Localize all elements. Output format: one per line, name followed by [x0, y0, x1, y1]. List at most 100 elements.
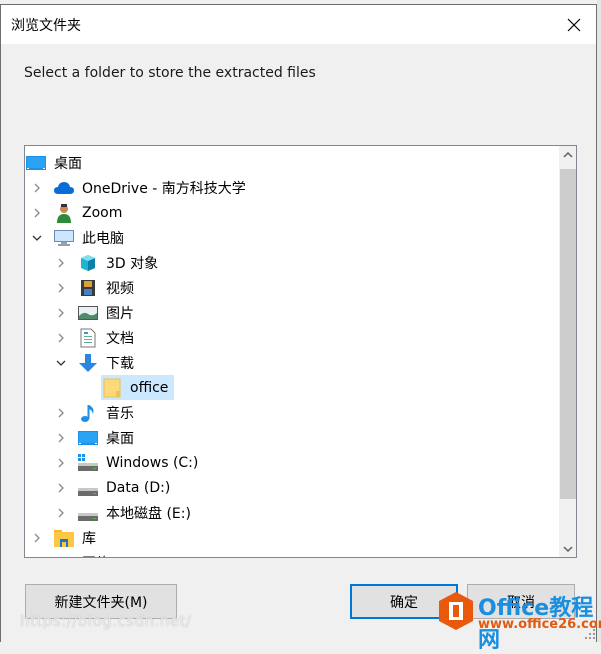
desktop-icon — [77, 428, 99, 448]
tree-item-label: 3D 对象 — [106, 255, 159, 272]
tree-item-content[interactable]: Zoom — [53, 200, 128, 225]
window-title: 浏览文件夹 — [11, 18, 81, 34]
background-scrollbar — [597, 0, 601, 642]
chevron-right-icon[interactable] — [53, 480, 69, 496]
tree-item[interactable]: 图片 — [53, 300, 140, 325]
tree-item-label: 音乐 — [106, 405, 134, 422]
scroll-down-button[interactable] — [559, 540, 576, 557]
tree-item-label: 此电脑 — [82, 230, 124, 247]
tree-item-label: 库 — [82, 530, 96, 547]
computer-icon — [53, 228, 75, 248]
tree-item-content[interactable]: 网络 — [53, 550, 116, 558]
dialog-prompt: Select a folder to store the extracted f… — [24, 65, 316, 81]
tree-item-label: office — [130, 379, 169, 396]
chevron-right-icon[interactable] — [29, 555, 45, 558]
tree-item-label: Zoom — [82, 204, 123, 221]
tree-item-content[interactable]: 桌面 — [77, 425, 140, 450]
tree-item-content[interactable]: OneDrive - 南方科技大学 — [53, 175, 252, 200]
video-icon — [77, 278, 99, 298]
chevron-right-icon[interactable] — [53, 280, 69, 296]
tree-item[interactable]: 网络 — [29, 550, 116, 558]
tree-item-content[interactable]: 音乐 — [77, 400, 140, 425]
onedrive-cloud-icon — [53, 178, 75, 198]
office-logo-icon — [439, 592, 473, 630]
tree-item-content[interactable]: 下载 — [77, 350, 140, 375]
downloads-icon — [77, 353, 99, 373]
tree-item-content[interactable]: 3D 对象 — [77, 250, 164, 275]
windows-drive-icon — [77, 453, 99, 473]
network-icon — [53, 553, 75, 557]
chevron-right-icon[interactable] — [53, 430, 69, 446]
close-button[interactable] — [560, 11, 588, 39]
music-icon — [77, 403, 99, 423]
title-bar: 浏览文件夹 — [1, 5, 596, 44]
tree-item-label: 下载 — [106, 355, 134, 372]
watermark-url: https://blog.csdn.net/ — [20, 612, 192, 630]
chevron-down-icon[interactable] — [29, 230, 45, 246]
chevron-right-icon[interactable] — [29, 180, 45, 196]
tree-item-label: 桌面 — [106, 430, 134, 447]
desktop-icon — [25, 153, 47, 173]
tree-item-label: Data (D:) — [106, 479, 171, 496]
chevron-right-icon[interactable] — [53, 405, 69, 421]
scroll-up-button[interactable] — [559, 146, 576, 163]
chevron-down-icon — [562, 545, 573, 552]
drive-icon — [77, 503, 99, 523]
tree-item[interactable]: 桌面 — [53, 425, 140, 450]
library-icon — [53, 528, 75, 548]
watermark-site: www.office26.com — [478, 617, 601, 632]
browse-folder-dialog: 浏览文件夹 Select a folder to store the extra… — [0, 4, 597, 642]
user-icon — [53, 203, 75, 223]
tree-item[interactable]: 此电脑 — [29, 225, 130, 250]
chevron-right-icon[interactable] — [53, 305, 69, 321]
tree-item[interactable]: 桌面 — [25, 150, 88, 175]
tree-item-content[interactable]: 库 — [53, 525, 102, 550]
chevron-right-icon[interactable] — [29, 205, 45, 221]
tree-item-label: 网络 — [79, 553, 113, 558]
tree-item[interactable]: 文档 — [53, 325, 140, 350]
drive-icon — [77, 478, 99, 498]
pictures-icon — [77, 303, 99, 323]
tree-vertical-scrollbar[interactable] — [559, 146, 576, 557]
folder-tree[interactable]: 网络库本地磁盘 (E:)Data (D:)Windows (C:)桌面音乐off… — [24, 145, 577, 558]
resize-grip-icon[interactable] — [585, 629, 595, 639]
tree-item-content[interactable]: 桌面 — [25, 150, 88, 175]
tree-item[interactable]: Zoom — [29, 200, 128, 225]
3d-objects-icon — [77, 253, 99, 273]
scroll-thumb[interactable] — [560, 169, 576, 499]
tree-item-label: 桌面 — [54, 155, 82, 172]
tree-item[interactable]: 库 — [29, 525, 102, 550]
tree-item[interactable]: OneDrive - 南方科技大学 — [29, 175, 252, 200]
close-icon — [567, 18, 581, 32]
tree-item-label: 视频 — [106, 280, 134, 297]
tree-item[interactable]: 本地磁盘 (E:) — [53, 500, 197, 525]
documents-icon — [77, 328, 99, 348]
tree-item-content[interactable]: 图片 — [77, 300, 140, 325]
tree-item[interactable]: Windows (C:) — [53, 450, 204, 475]
tree-item[interactable]: Data (D:) — [53, 475, 176, 500]
tree-item-label: Windows (C:) — [106, 454, 199, 471]
tree-item-content[interactable]: 视频 — [77, 275, 140, 300]
tree-item-content[interactable]: 本地磁盘 (E:) — [77, 500, 197, 525]
chevron-right-icon[interactable] — [53, 505, 69, 521]
tree-item-label: OneDrive - 南方科技大学 — [82, 180, 246, 197]
tree-item-content[interactable]: office — [101, 375, 175, 400]
tree-item-content[interactable]: 此电脑 — [53, 225, 130, 250]
tree-item-label: 文档 — [106, 330, 134, 347]
chevron-right-icon[interactable] — [53, 330, 69, 346]
chevron-right-icon[interactable] — [53, 255, 69, 271]
tree-item[interactable]: 3D 对象 — [53, 250, 164, 275]
chevron-down-icon[interactable] — [53, 355, 69, 371]
chevron-right-icon[interactable] — [29, 530, 45, 546]
chevron-right-icon[interactable] — [53, 455, 69, 471]
tree-item[interactable]: 下载 — [53, 350, 140, 375]
tree-item[interactable]: office — [77, 375, 175, 400]
tree-item-content[interactable]: Data (D:) — [77, 475, 176, 500]
folder-icon — [101, 378, 123, 398]
tree-item[interactable]: 音乐 — [53, 400, 140, 425]
tree-item[interactable]: 视频 — [53, 275, 140, 300]
tree-item-content[interactable]: 文档 — [77, 325, 140, 350]
tree-item-label: 本地磁盘 (E:) — [106, 505, 191, 522]
tree-item-content[interactable]: Windows (C:) — [77, 450, 204, 475]
